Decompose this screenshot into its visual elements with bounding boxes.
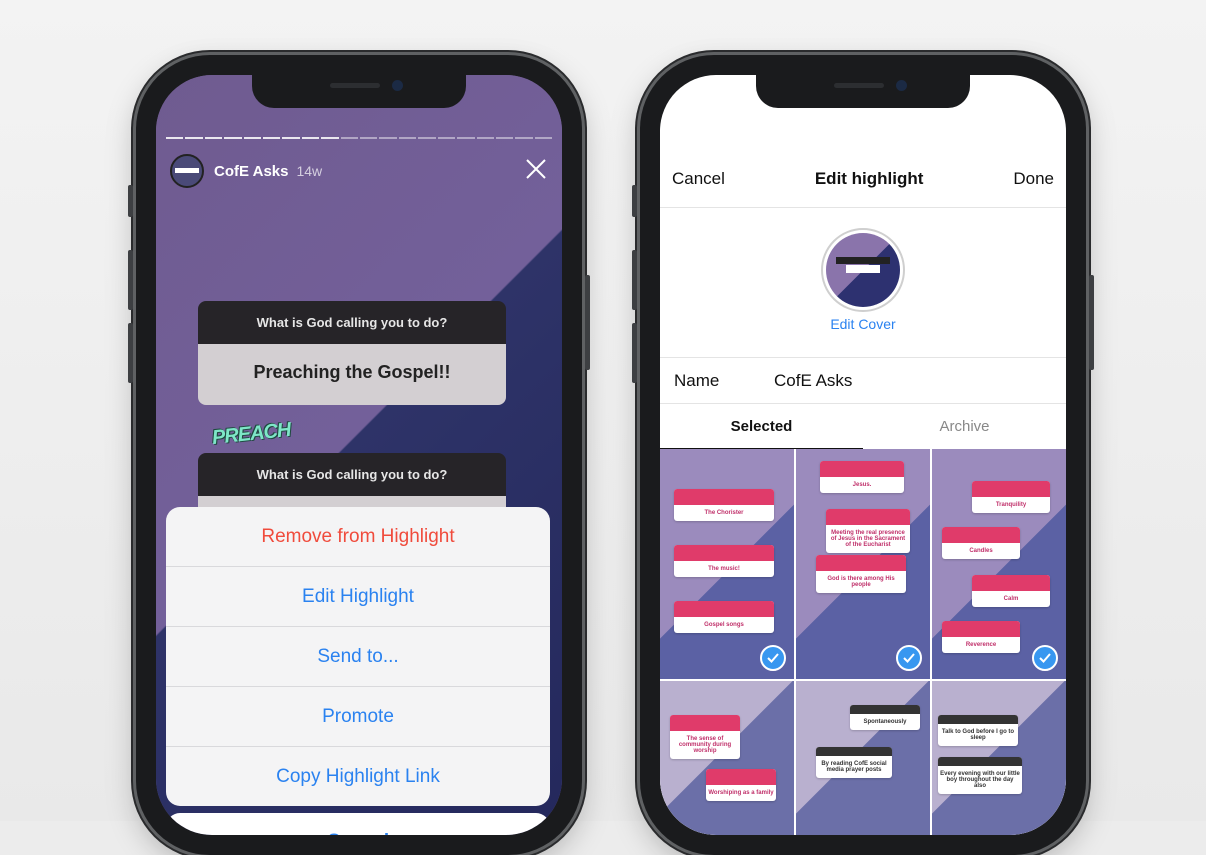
edit-cover-link[interactable]: Edit Cover — [660, 316, 1066, 332]
action-sheet: Remove from Highlight Edit Highlight Sen… — [166, 507, 550, 806]
cancel-button[interactable]: Cancel — [166, 813, 550, 835]
story-thumbnail[interactable]: Jesus. Meeting the real presence of Jesu… — [796, 449, 930, 679]
edit-highlight-button[interactable]: Edit Highlight — [166, 566, 550, 626]
nav-bar: Cancel Edit highlight Done — [660, 161, 1066, 197]
done-button[interactable]: Done — [1013, 169, 1054, 189]
story-age: 14w — [296, 163, 323, 179]
edit-highlight-screen: Cancel Edit highlight Done Edit Cover Na… — [660, 75, 1066, 835]
story-thumbnail[interactable]: Talk to God before I go to sleep Every e… — [932, 681, 1066, 835]
notch — [756, 75, 970, 108]
notch — [252, 75, 466, 108]
name-row: Name CofE Asks — [660, 357, 1066, 404]
copy-highlight-link-button[interactable]: Copy Highlight Link — [166, 746, 550, 806]
side-button — [1089, 275, 1094, 370]
question-card: What is God calling you to do? Preaching… — [198, 301, 506, 405]
mute-switch — [128, 185, 133, 217]
mini-card: Worshiping as a family — [706, 769, 776, 801]
mini-card: Meeting the real presence of Jesus in th… — [826, 509, 910, 553]
mini-card: Calm — [972, 575, 1050, 607]
name-label: Name — [674, 371, 720, 390]
question-text: What is God calling you to do? — [198, 453, 506, 496]
left-screen: CofE Asks 14w What is God calling you to… — [156, 75, 562, 835]
tab-selected[interactable]: Selected — [660, 404, 863, 450]
answer-text: Preaching the Gospel!! — [198, 344, 506, 405]
mini-card: Gospel songs — [674, 601, 774, 633]
story-thumbnail[interactable]: Tranquility Candles Calm Reverence — [932, 449, 1066, 679]
remove-from-highlight-button[interactable]: Remove from Highlight — [166, 507, 550, 566]
page-title: Edit highlight — [814, 169, 924, 188]
tab-bar: Selected Archive — [660, 403, 1066, 450]
mini-card: The sense of community during worship — [670, 715, 740, 759]
volume-down-button — [128, 323, 133, 383]
avatar[interactable] — [170, 154, 204, 188]
mini-card: Every evening with our little boy throug… — [938, 757, 1022, 794]
volume-down-button — [632, 323, 637, 383]
volume-up-button — [632, 250, 637, 310]
story-grid: The Chorister The music! Gospel songs Je… — [660, 449, 1066, 835]
volume-up-button — [128, 250, 133, 310]
cancel-button[interactable]: Cancel — [672, 169, 725, 189]
mini-card: Reverence — [942, 621, 1020, 653]
cover-section: Edit Cover — [660, 207, 1066, 358]
selected-check-icon[interactable] — [896, 645, 922, 671]
mini-card: By reading CofE social media prayer post… — [816, 747, 892, 778]
send-to-button[interactable]: Send to... — [166, 626, 550, 686]
story-viewer: CofE Asks 14w What is God calling you to… — [156, 75, 562, 835]
story-thumbnail[interactable]: Spontaneously By reading CofE social med… — [796, 681, 930, 835]
mute-switch — [632, 185, 637, 217]
right-phone: Cancel Edit highlight Done Edit Cover Na… — [632, 55, 1094, 855]
selected-check-icon[interactable] — [760, 645, 786, 671]
question-text: What is God calling you to do? — [198, 301, 506, 344]
account-name[interactable]: CofE Asks — [214, 163, 288, 180]
story-thumbnail[interactable]: The sense of community during worship Wo… — [660, 681, 794, 835]
side-button — [585, 275, 590, 370]
mini-card: Jesus. — [820, 461, 904, 493]
left-phone: CofE Asks 14w What is God calling you to… — [128, 55, 590, 855]
cover-image[interactable] — [821, 228, 905, 312]
tab-archive[interactable]: Archive — [863, 404, 1066, 450]
name-input[interactable]: CofE Asks — [774, 371, 852, 391]
mini-card: Spontaneously — [850, 705, 920, 730]
story-progress-bar — [166, 137, 553, 139]
right-screen: Cancel Edit highlight Done Edit Cover Na… — [660, 75, 1066, 835]
mini-card: God is there among His people — [816, 555, 906, 593]
mini-card: Talk to God before I go to sleep — [938, 715, 1018, 746]
story-thumbnail[interactable]: The Chorister The music! Gospel songs — [660, 449, 794, 679]
close-icon[interactable] — [524, 157, 548, 181]
mini-card: The Chorister — [674, 489, 774, 521]
mini-card: Tranquility — [972, 481, 1050, 513]
mini-card: The music! — [674, 545, 774, 577]
promote-button[interactable]: Promote — [166, 686, 550, 746]
story-header: CofE Asks 14w — [170, 151, 548, 191]
mini-card: Candles — [942, 527, 1020, 559]
selected-check-icon[interactable] — [1032, 645, 1058, 671]
